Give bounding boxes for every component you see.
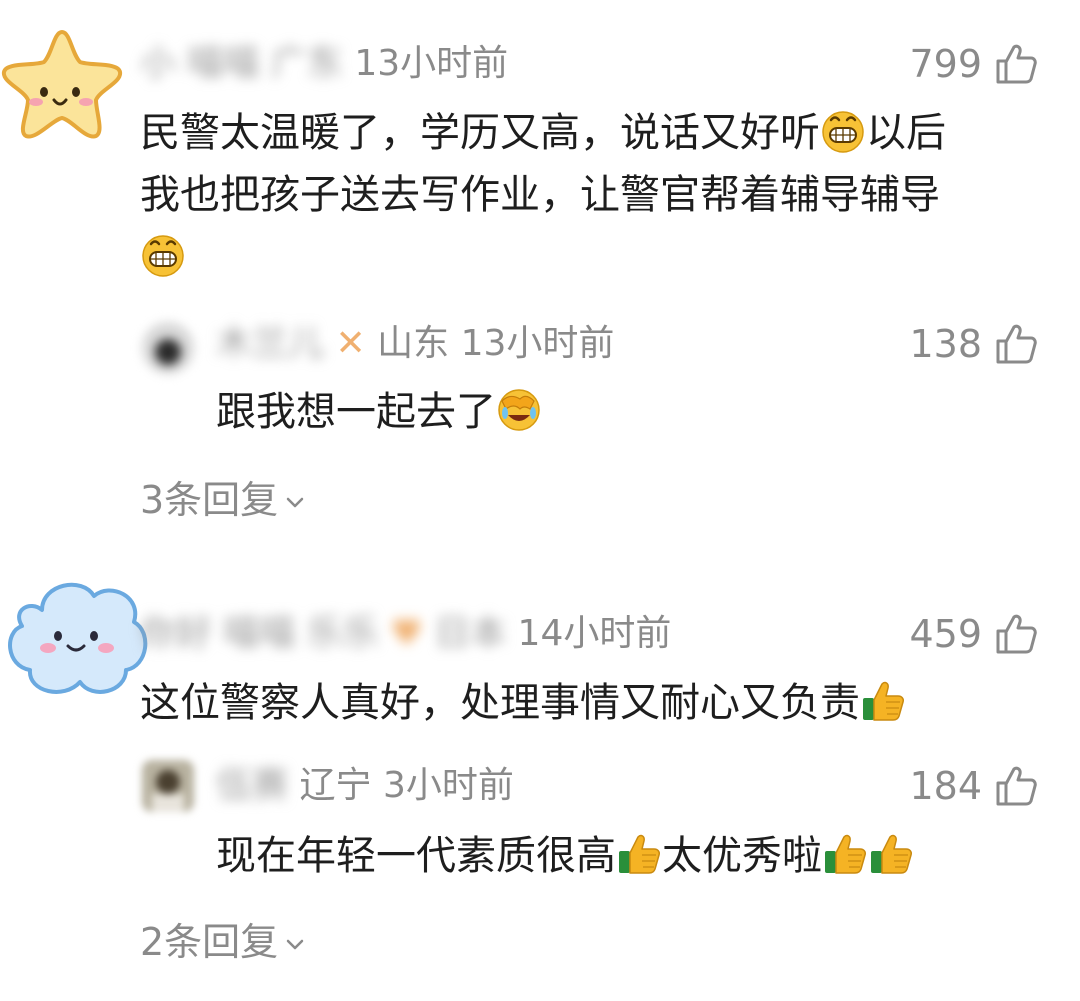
comment-meta: 小 喵喵 广东 13小时前 [140, 42, 508, 86]
reply-location: 辽宁 [299, 765, 372, 806]
like-button[interactable]: 799 [872, 42, 1038, 86]
thumbs-up-emoji-icon [616, 831, 662, 877]
reply-avatar[interactable] [140, 758, 196, 814]
like-count: 799 [909, 42, 982, 86]
chevron-down-icon [284, 492, 306, 514]
comment-text-content: 这位警察人真好，处理事情又耐心又负责 [140, 680, 860, 726]
reply-location: 山东 [377, 323, 450, 364]
grinning-emoji-icon [820, 108, 866, 154]
reply-like-count: 184 [909, 764, 982, 808]
reply-username[interactable]: 木兰儿 [216, 323, 324, 364]
username[interactable]: 你好 喵喵 乐乐 [140, 613, 379, 654]
reply-like-count: 138 [909, 322, 982, 366]
thumbs-up-outline-icon [994, 42, 1038, 86]
thumbs-up-outline-icon [994, 764, 1038, 808]
badge-icon: ✕ [335, 323, 366, 364]
avatar-cloud-icon[interactable] [2, 570, 152, 702]
reply-meta: 伍赛 辽宁 3小时前 [216, 764, 514, 808]
username[interactable]: 小 喵喵 [140, 43, 259, 84]
comment-text-line: 以后 [866, 110, 946, 156]
comment-text-line: 民警太温暖了，学历又高，说话又好听 [140, 110, 820, 156]
grinning-emoji-icon [140, 232, 186, 278]
reply-avatar[interactable] [140, 320, 196, 376]
reply-timestamp: 3小时前 [382, 765, 514, 806]
comment-text: 这位警察人真好，处理事情又耐心又负责 [140, 672, 906, 734]
avatar-star-icon[interactable] [0, 28, 124, 140]
thumbs-up-emoji-icon [868, 831, 914, 877]
thumbs-up-emoji-icon [860, 678, 906, 724]
reply-count: 2条回复 [140, 920, 279, 964]
thumbs-up-emoji-icon [822, 831, 868, 877]
reply-text: 跟我想一起去了 [216, 382, 542, 442]
reply-text: 现在年轻一代素质很高 太优秀啦 [216, 826, 914, 886]
comment-meta: 你好 喵喵 乐乐 ♥ 日本 14小时前 [140, 612, 671, 656]
reply-meta: 木兰儿 ✕ 山东 13小时前 [216, 322, 614, 366]
reply-count: 3条回复 [140, 478, 279, 522]
reply-text-content: 跟我想一起去了 [216, 389, 496, 435]
reply-text-content: 现在年轻一代素质很高 [216, 833, 616, 879]
reply-username[interactable]: 伍赛 [216, 765, 288, 806]
chevron-down-icon [284, 934, 306, 956]
timestamp: 14小时前 [517, 613, 672, 654]
reply-like-button[interactable]: 138 [872, 322, 1038, 366]
reply-like-button[interactable]: 184 [872, 764, 1038, 808]
comment-text: 民警太温暖了，学历又高，说话又好听 以后 我也把孩子送去写作业，让警官帮着辅导辅导 [140, 102, 1040, 288]
badge-icon: ♥ [390, 613, 423, 654]
view-replies-link[interactable]: 2条回复 [140, 918, 306, 966]
reply-text-content: 太优秀啦 [662, 833, 822, 879]
reply-timestamp: 13小时前 [460, 323, 615, 364]
thumbs-up-outline-icon [994, 322, 1038, 366]
comment-text-line: 我也把孩子送去写作业，让警官帮着辅导辅导 [140, 172, 940, 218]
location: 日本 [434, 613, 507, 654]
like-button[interactable]: 459 [872, 612, 1038, 656]
view-replies-link[interactable]: 3条回复 [140, 476, 306, 524]
like-count: 459 [909, 612, 982, 656]
laughing-facepalm-emoji-icon [496, 387, 542, 433]
timestamp: 13小时前 [354, 43, 509, 84]
thumbs-up-outline-icon [994, 612, 1038, 656]
location: 广东 [270, 43, 343, 84]
